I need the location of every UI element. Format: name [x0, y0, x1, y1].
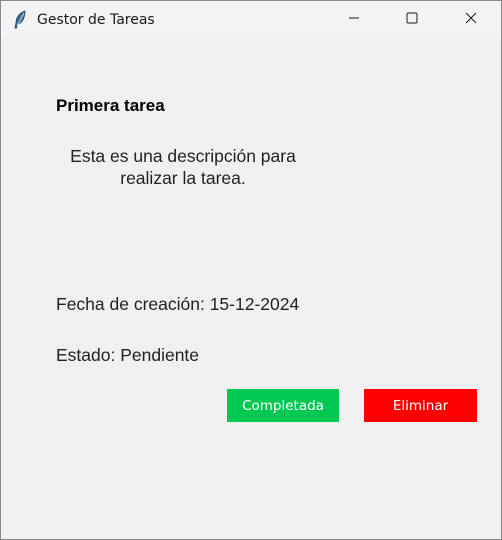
task-creation-date: Fecha de creación: 15-12-2024 [56, 294, 300, 314]
window-title: Gestor de Tareas [37, 12, 155, 28]
maximize-icon [406, 11, 418, 29]
feather-icon [13, 10, 27, 30]
task-status: Estado: Pendiente [56, 345, 200, 365]
minimize-icon [348, 11, 360, 29]
task-panel: Primera tarea Esta es una descripción pa… [1, 39, 501, 539]
maximize-button[interactable] [389, 1, 435, 39]
close-icon [465, 11, 477, 29]
title-bar[interactable]: Gestor de Tareas [1, 1, 501, 39]
delete-button[interactable]: Eliminar [364, 389, 477, 422]
minimize-button[interactable] [331, 1, 377, 39]
close-button[interactable] [448, 1, 494, 39]
app-window: Gestor de Tareas Primera tarea Esta es u… [0, 0, 502, 540]
task-title: Primera tarea [56, 96, 165, 115]
task-description: Esta es una descripción para realizar la… [70, 146, 296, 188]
complete-button[interactable]: Completada [227, 389, 339, 422]
